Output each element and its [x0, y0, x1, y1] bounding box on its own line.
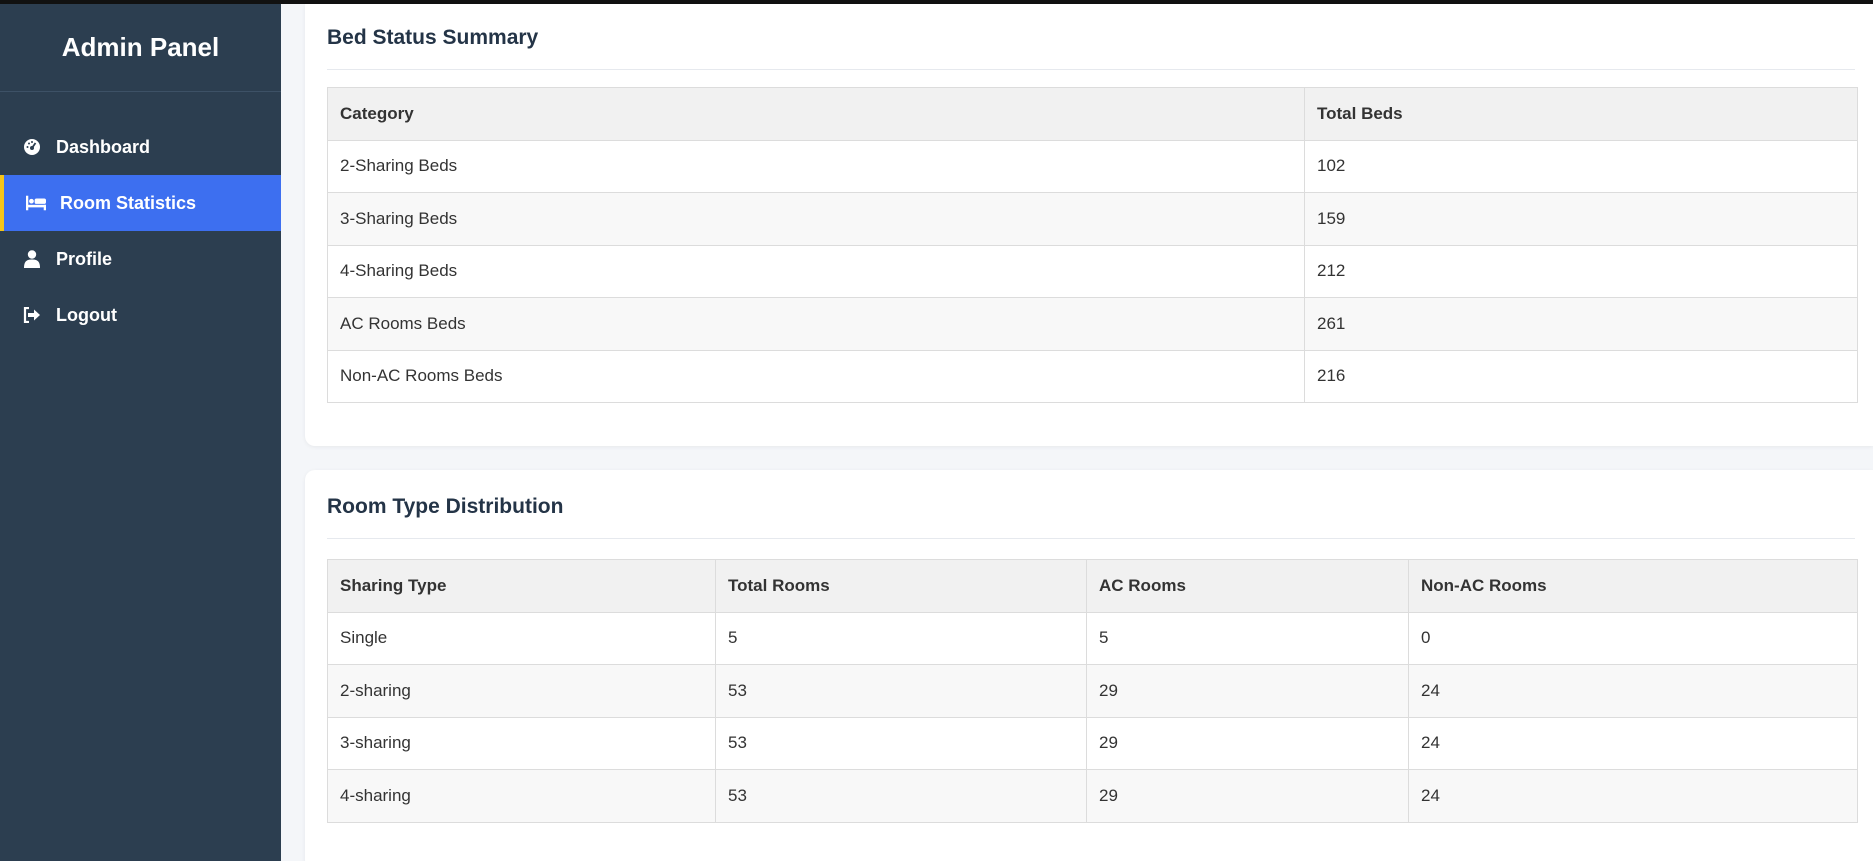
sidebar-item-label: Logout	[56, 304, 117, 325]
table-cell: 24	[1408, 664, 1858, 718]
table-cell: 5	[1086, 611, 1409, 665]
table-cell: 3-sharing	[327, 716, 716, 770]
table-header-row: Category Total Beds	[327, 87, 1858, 141]
bed-status-table: Category Total Beds 2-Sharing Beds 102 3…	[327, 87, 1858, 403]
bed-icon	[26, 193, 46, 213]
table-cell: 53	[715, 769, 1087, 823]
table-cell: 53	[715, 716, 1087, 770]
user-icon	[22, 249, 42, 269]
table-cell: Single	[327, 611, 716, 665]
table-row: 4-Sharing Beds 212	[327, 244, 1858, 298]
column-header: Sharing Type	[327, 559, 716, 613]
table-cell: 5	[715, 611, 1087, 665]
table-cell: 2-sharing	[327, 664, 716, 718]
table-row: 4-sharing 53 29 24	[327, 769, 1858, 823]
table-cell: 29	[1086, 716, 1409, 770]
logout-icon	[22, 305, 42, 325]
table-cell: 29	[1086, 769, 1409, 823]
table-row: Non-AC Rooms Beds 216	[327, 349, 1858, 403]
table-cell: 29	[1086, 664, 1409, 718]
table-cell: 24	[1408, 769, 1858, 823]
table-cell: 4-Sharing Beds	[327, 244, 1305, 298]
sidebar-item-dashboard[interactable]: Dashboard	[0, 119, 281, 175]
sidebar-item-profile[interactable]: Profile	[0, 231, 281, 287]
table-cell: 2-Sharing Beds	[327, 139, 1305, 193]
room-distribution-card: Room Type Distribution Sharing Type Tota…	[305, 470, 1873, 861]
table-cell: AC Rooms Beds	[327, 297, 1305, 351]
table-cell: 102	[1304, 139, 1858, 193]
column-header: Total Rooms	[715, 559, 1087, 613]
table-cell: 212	[1304, 244, 1858, 298]
column-header: Category	[327, 87, 1305, 141]
column-header: Non-AC Rooms	[1408, 559, 1858, 613]
table-header-row: Sharing Type Total Rooms AC Rooms Non-AC…	[327, 559, 1858, 613]
sidebar-title: Admin Panel	[0, 4, 281, 92]
table-cell: 0	[1408, 611, 1858, 665]
room-distribution-table: Sharing Type Total Rooms AC Rooms Non-AC…	[327, 559, 1858, 823]
sidebar-item-logout[interactable]: Logout	[0, 287, 281, 343]
bed-status-title: Bed Status Summary	[327, 26, 1855, 70]
dashboard-gauge-icon	[22, 137, 42, 157]
table-row: 2-Sharing Beds 102	[327, 139, 1858, 193]
table-cell: 3-Sharing Beds	[327, 192, 1305, 246]
table-row: 2-sharing 53 29 24	[327, 664, 1858, 718]
bed-status-card: Bed Status Summary Category Total Beds 2…	[305, 4, 1873, 446]
table-row: 3-sharing 53 29 24	[327, 716, 1858, 770]
column-header: Total Beds	[1304, 87, 1858, 141]
sidebar: Admin Panel Dashboard Room Statistics Pr…	[0, 4, 281, 861]
sidebar-item-room-statistics[interactable]: Room Statistics	[0, 175, 281, 231]
table-cell: 216	[1304, 349, 1858, 403]
table-row: AC Rooms Beds 261	[327, 297, 1858, 351]
sidebar-item-label: Dashboard	[56, 136, 151, 157]
table-cell: Non-AC Rooms Beds	[327, 349, 1305, 403]
table-cell: 24	[1408, 716, 1858, 770]
sidebar-nav: Dashboard Room Statistics Profile Logout	[0, 119, 281, 343]
table-row: Single 5 5 0	[327, 611, 1858, 665]
main-content: Bed Status Summary Category Total Beds 2…	[281, 4, 1873, 861]
table-row: 3-Sharing Beds 159	[327, 192, 1858, 246]
room-distribution-title: Room Type Distribution	[327, 495, 1855, 539]
column-header: AC Rooms	[1086, 559, 1409, 613]
sidebar-item-label: Profile	[56, 248, 113, 269]
table-cell: 4-sharing	[327, 769, 716, 823]
table-cell: 159	[1304, 192, 1858, 246]
sidebar-item-label: Room Statistics	[60, 192, 197, 213]
table-cell: 53	[715, 664, 1087, 718]
table-cell: 261	[1304, 297, 1858, 351]
